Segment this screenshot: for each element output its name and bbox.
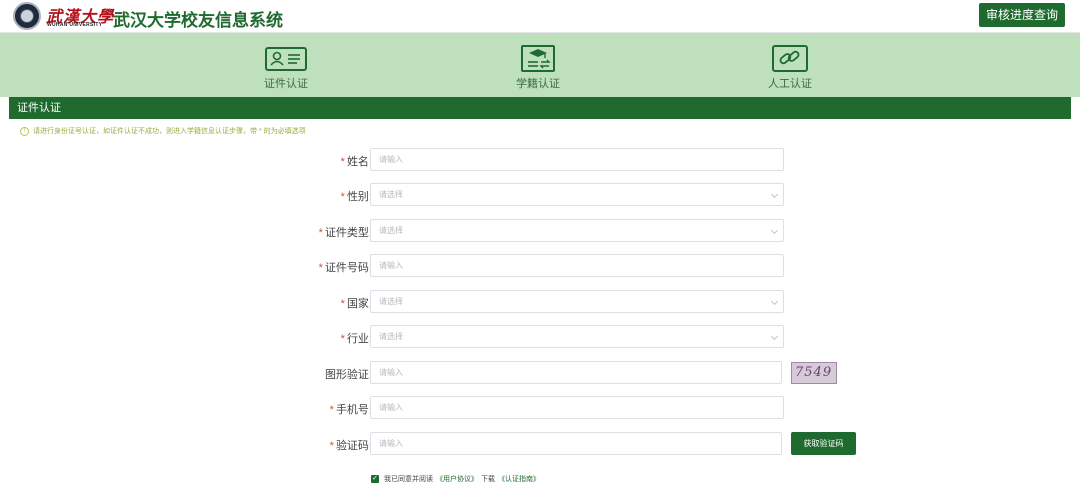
country-placeholder: 请选择 bbox=[379, 297, 403, 306]
gender-placeholder: 请选择 bbox=[379, 190, 403, 199]
gender-select[interactable]: 请选择 bbox=[370, 183, 784, 206]
certification-card: 证件认证 ! 请进行身份证号认证，如证件认证不成功，则进入学籍信息认证步骤，带 … bbox=[9, 97, 1071, 497]
required-mark: * bbox=[329, 404, 334, 416]
captcha-input[interactable]: 请输入 bbox=[370, 361, 782, 384]
step-manual-certification[interactable]: 人工认证 bbox=[745, 44, 835, 91]
step-label-id: 证件认证 bbox=[264, 78, 308, 90]
phone-label: 手机号: bbox=[335, 404, 372, 416]
graduation-certificate-icon bbox=[521, 45, 555, 72]
id-type-row: * 证件类型: 请选择 bbox=[9, 219, 1071, 242]
notice-message: ! 请进行身份证号认证，如证件认证不成功，则进入学籍信息认证步骤，带 * 的为必… bbox=[20, 126, 306, 136]
id-type-label: 证件类型: bbox=[324, 227, 372, 239]
university-seal-logo bbox=[13, 2, 41, 30]
sms-code-row: * 验证码: 请输入 获取验证码 bbox=[9, 432, 1071, 455]
required-mark: * bbox=[318, 262, 323, 274]
link-icon bbox=[772, 45, 808, 72]
id-card-icon bbox=[265, 47, 307, 71]
country-label: 国家: bbox=[346, 298, 372, 310]
agreement-row: ✓ 我已同意并阅读 《用户协议》 下载 《认证指南》 bbox=[371, 474, 540, 484]
step-navigation: 证件认证 学籍认证 人工认证 bbox=[0, 33, 1080, 97]
captcha-label: 图形验证: bbox=[324, 369, 372, 381]
industry-select[interactable]: 请选择 bbox=[370, 325, 784, 348]
sms-code-input[interactable]: 请输入 bbox=[370, 432, 782, 455]
id-number-row: * 证件号码: 请输入 bbox=[9, 254, 1071, 277]
gender-row: * 性别: 请选择 bbox=[9, 183, 1071, 206]
agreement-prefix: 我已同意并阅读 bbox=[384, 476, 433, 483]
card-title: 证件认证 bbox=[9, 97, 1071, 119]
required-mark: * bbox=[340, 333, 345, 345]
agreement-checkbox[interactable]: ✓ bbox=[371, 475, 379, 483]
required-mark: * bbox=[340, 191, 345, 203]
required-mark: * bbox=[340, 156, 345, 168]
phone-input[interactable]: 请输入 bbox=[370, 396, 784, 419]
captcha-row: 图形验证: 请输入 7549 bbox=[9, 361, 1071, 384]
top-header: 武漢大學 WUHAN UNIVERSITY 武汉大学校友信息系统 审核进度查询 bbox=[0, 0, 1080, 33]
chevron-down-icon bbox=[770, 297, 779, 306]
step-label-academic: 学籍认证 bbox=[516, 78, 560, 90]
name-label: 姓名: bbox=[346, 156, 372, 168]
industry-placeholder: 请选择 bbox=[379, 332, 403, 341]
industry-row: * 行业: 请选择 bbox=[9, 325, 1071, 348]
chevron-down-icon bbox=[770, 226, 779, 235]
phone-row: * 手机号: 请输入 bbox=[9, 396, 1071, 419]
user-agreement-link[interactable]: 《用户协议》 bbox=[436, 474, 478, 484]
logo-english-text: WUHAN UNIVERSITY bbox=[47, 22, 103, 28]
review-progress-button[interactable]: 审核进度查询 bbox=[979, 3, 1065, 27]
required-mark: * bbox=[329, 440, 334, 452]
name-row: * 姓名: 请输入 bbox=[9, 148, 1071, 171]
id-number-input[interactable]: 请输入 bbox=[370, 254, 784, 277]
country-select[interactable]: 请选择 bbox=[370, 290, 784, 313]
notice-text: 请进行身份证号认证，如证件认证不成功，则进入学籍信息认证步骤，带 * 的为必填选… bbox=[33, 128, 306, 135]
country-row: * 国家: 请选择 bbox=[9, 290, 1071, 313]
gender-label: 性别: bbox=[346, 191, 372, 203]
chevron-down-icon bbox=[770, 190, 779, 199]
required-mark: * bbox=[340, 298, 345, 310]
sms-code-label: 验证码: bbox=[335, 440, 372, 452]
download-text: 下载 bbox=[481, 476, 495, 483]
id-number-label: 证件号码: bbox=[324, 262, 372, 274]
certification-guide-link[interactable]: 《认证指南》 bbox=[498, 474, 540, 484]
required-mark: * bbox=[318, 227, 323, 239]
industry-label: 行业: bbox=[346, 333, 372, 345]
info-icon: ! bbox=[20, 126, 29, 136]
system-title: 武汉大学校友信息系统 bbox=[113, 11, 283, 30]
get-sms-code-button[interactable]: 获取验证码 bbox=[791, 432, 856, 455]
step-label-manual: 人工认证 bbox=[768, 78, 812, 90]
id-type-select[interactable]: 请选择 bbox=[370, 219, 784, 242]
name-input[interactable]: 请输入 bbox=[370, 148, 784, 171]
chevron-down-icon bbox=[770, 332, 779, 341]
step-academic-certification[interactable]: 学籍认证 bbox=[493, 44, 583, 91]
captcha-image[interactable]: 7549 bbox=[791, 362, 837, 384]
step-id-certification[interactable]: 证件认证 bbox=[241, 44, 331, 91]
id-type-placeholder: 请选择 bbox=[379, 226, 403, 235]
